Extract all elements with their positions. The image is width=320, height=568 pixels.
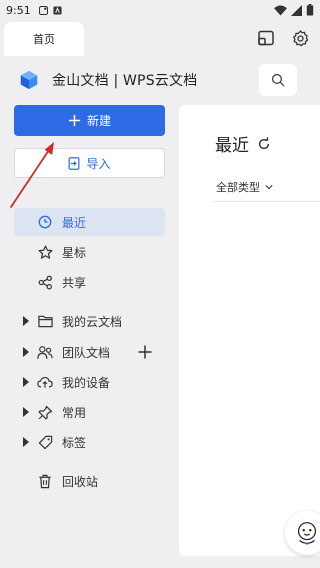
sidebar-item-label: 团队文档 — [62, 345, 111, 360]
team-icon — [37, 345, 53, 359]
search-button[interactable] — [259, 64, 297, 96]
plus-icon — [68, 114, 81, 127]
gear-icon — [292, 29, 308, 46]
expand-arrow-icon[interactable] — [23, 437, 29, 447]
sidebar-item-label: 回收站 — [62, 474, 99, 489]
sidebar-item-label: 共享 — [62, 275, 87, 290]
page-title: 最近 — [215, 131, 271, 156]
import-button-label: 导入 — [86, 156, 111, 171]
tab-home-label: 首页 — [33, 33, 55, 46]
app-header: 金山文档 | WPS云文档 — [0, 56, 320, 104]
screen-cast-button[interactable] — [256, 28, 276, 48]
import-icon — [69, 156, 80, 170]
assistant-mascot-icon — [297, 522, 317, 545]
share-icon — [38, 275, 52, 289]
kdocs-logo — [20, 70, 38, 90]
expand-arrow-icon[interactable] — [23, 347, 29, 357]
wifi-icon — [274, 4, 287, 16]
trash-icon — [39, 474, 51, 488]
sidebar-item-label: 最近 — [62, 215, 87, 230]
new-button[interactable]: 新建 — [14, 105, 165, 136]
sidebar-item-starred[interactable]: 星标 — [14, 238, 165, 266]
battery-icon — [306, 4, 314, 16]
sidebar-item-tags[interactable]: 标签 — [14, 428, 165, 456]
star-icon — [38, 245, 52, 259]
pin-icon — [38, 405, 52, 419]
recent-panel: 最近 全部类型 — [179, 105, 320, 556]
clock-icon — [38, 215, 52, 229]
sidebar-item-team-docs[interactable]: 团队文档 — [14, 338, 165, 366]
sidebar-item-label: 标签 — [62, 435, 87, 450]
sidebar-item-label: 常用 — [62, 405, 87, 420]
sidebar-item-recent[interactable]: 最近 — [14, 208, 165, 236]
signal-icon — [291, 4, 302, 16]
tag-icon — [38, 435, 52, 449]
expand-arrow-icon[interactable] — [23, 377, 29, 387]
sidebar-item-label: 我的云文档 — [62, 314, 123, 329]
add-team-plus-icon[interactable] — [137, 344, 153, 360]
app-notification-icon — [53, 5, 62, 15]
settings-button[interactable] — [290, 28, 310, 48]
tab-home[interactable]: 首页 — [4, 22, 84, 56]
cloud-upload-icon — [37, 376, 53, 388]
search-icon — [271, 73, 285, 87]
screen-cast-icon — [258, 30, 274, 46]
app-title: 金山文档 | WPS云文档 — [52, 73, 198, 89]
sidebar-item-shared[interactable]: 共享 — [14, 268, 165, 296]
status-time: 9:51 — [6, 3, 31, 17]
sidebar-item-trash[interactable]: 回收站 — [14, 467, 165, 495]
sidebar-item-frequent[interactable]: 常用 — [14, 398, 165, 426]
sidebar-item-my-cloud[interactable]: 我的云文档 — [14, 307, 165, 335]
sidebar-item-label: 我的设备 — [62, 375, 111, 390]
expand-arrow-icon[interactable] — [23, 316, 29, 326]
import-button[interactable]: 导入 — [14, 148, 165, 178]
page-title-text: 最近 — [215, 136, 249, 156]
type-filter-dropdown[interactable]: 全部类型 — [216, 179, 273, 195]
status-bar: 9:51 — [0, 0, 320, 20]
chevron-down-icon — [265, 185, 273, 190]
notification-icon — [38, 5, 48, 15]
type-filter-label: 全部类型 — [216, 181, 260, 194]
sidebar-item-label: 星标 — [62, 245, 87, 260]
tab-strip: 首页 — [0, 20, 320, 56]
expand-arrow-icon[interactable] — [23, 407, 29, 417]
refresh-icon[interactable] — [257, 136, 271, 151]
divider — [213, 201, 320, 202]
sidebar-item-my-devices[interactable]: 我的设备 — [14, 368, 165, 396]
new-button-label: 新建 — [86, 114, 111, 128]
folder-icon — [37, 315, 53, 328]
